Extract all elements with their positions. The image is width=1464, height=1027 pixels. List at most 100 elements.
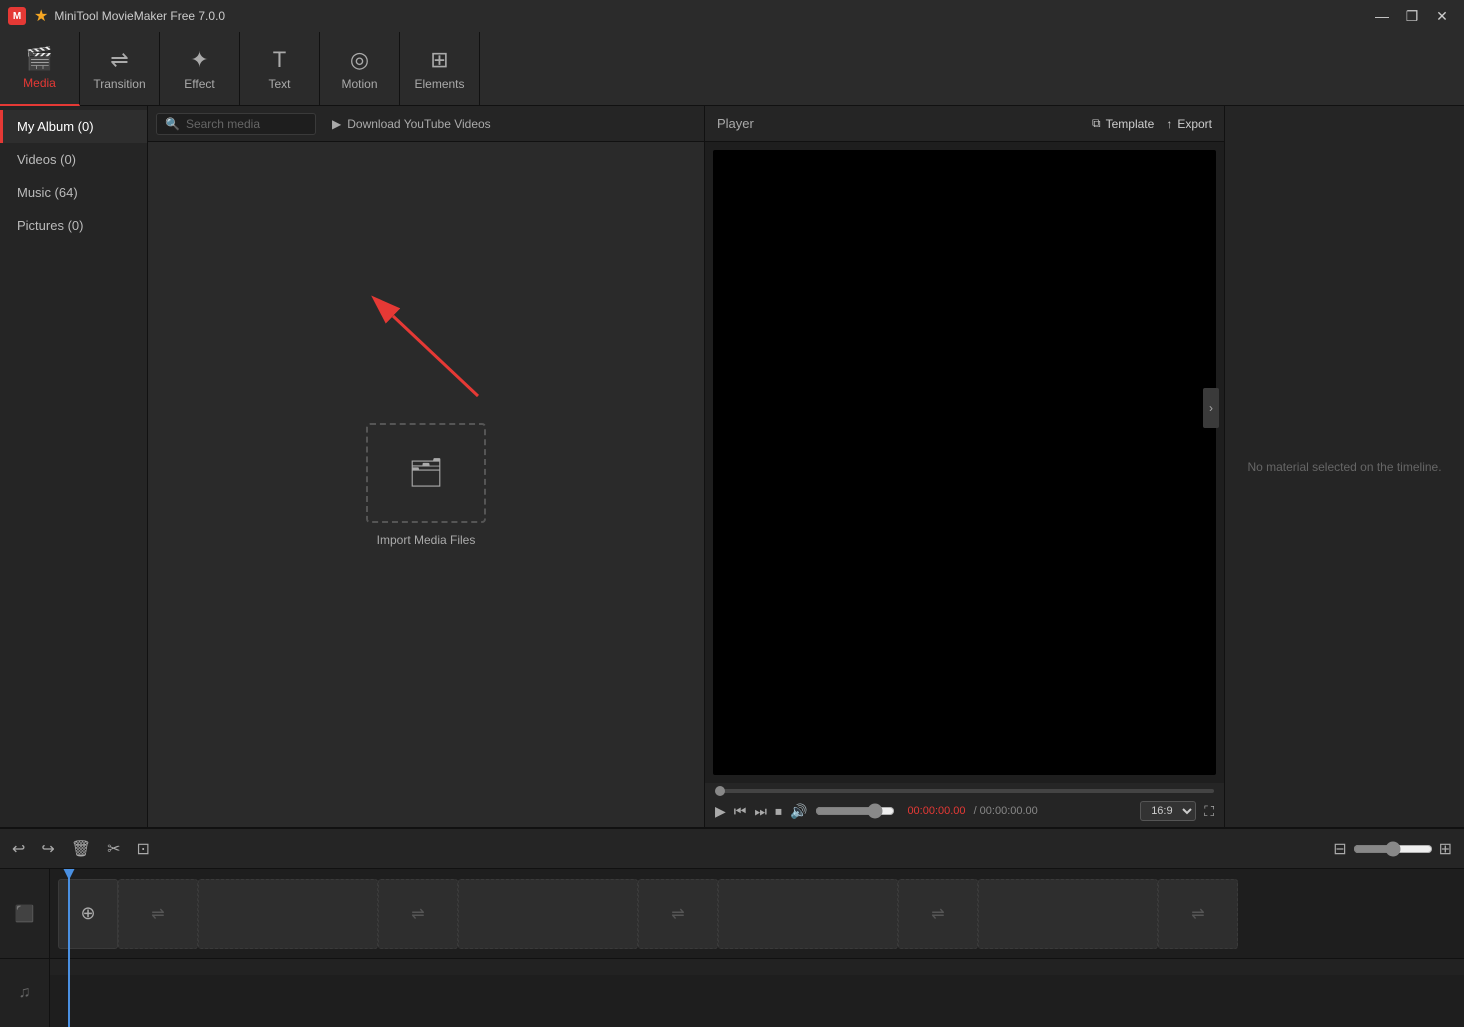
toolbar-effect[interactable]: ✦ Effect — [160, 32, 240, 106]
video-track-icon: ⬛ — [15, 904, 35, 924]
redo-button[interactable]: ↪ — [41, 839, 54, 859]
minimize-button[interactable]: — — [1368, 2, 1396, 30]
timeline-toolbar: ↩ ↪ 🗑 ✂ ⊡ ⊟ ⊞ — [0, 829, 1464, 869]
title-star-icon: ★ — [34, 6, 48, 26]
content-area: My Album (0) Videos (0) Music (64) Pictu… — [0, 106, 1464, 827]
toolbar-motion[interactable]: ◎ Motion — [320, 32, 400, 106]
export-icon: ↑ — [1166, 117, 1172, 131]
timeline-body: ⬛ ♫ ⊕ ⇌ ⇌ — [0, 869, 1464, 1027]
zoom-controls: ⊟ ⊞ — [1333, 839, 1452, 859]
titlebar: M ★ MiniTool MovieMaker Free 7.0.0 — ❐ ✕ — [0, 0, 1464, 32]
search-icon: 🔍 — [165, 117, 180, 131]
zoom-slider[interactable] — [1353, 841, 1433, 857]
fullscreen-button[interactable]: ⛶ — [1204, 803, 1214, 820]
player-header: Player ⧉ Template ↑ Export — [705, 106, 1224, 142]
template-button[interactable]: ⧉ Template — [1092, 116, 1154, 131]
elements-icon: ⊞ — [430, 47, 448, 73]
prev-frame-button[interactable]: ⏮ — [734, 803, 747, 820]
effect-label: Effect — [184, 77, 214, 91]
window-controls: — ❐ ✕ — [1368, 2, 1456, 30]
media-slot-4[interactable] — [978, 879, 1158, 949]
sidebar-item-my-album[interactable]: My Album (0) — [0, 110, 147, 143]
media-panel: 🔍 Search media ▶ Download YouTube Videos… — [148, 106, 704, 827]
transition-icon-3: ⇌ — [671, 904, 684, 924]
media-slot-2[interactable] — [458, 879, 638, 949]
transition-icon-4: ⇌ — [931, 904, 944, 924]
folder-icon: 🗂 — [408, 456, 444, 489]
video-track-label: ⬛ — [0, 869, 49, 959]
close-button[interactable]: ✕ — [1428, 2, 1456, 30]
video-screen — [713, 150, 1216, 775]
crop-button[interactable]: ⊡ — [137, 839, 150, 859]
media-slot-1[interactable] — [198, 879, 378, 949]
effect-icon: ✦ — [190, 47, 208, 73]
progress-bar[interactable] — [715, 789, 1214, 793]
track-labels: ⬛ ♫ — [0, 869, 50, 1027]
transition-slot-5[interactable]: ⇌ — [1158, 879, 1238, 949]
no-material-text: No material selected on the timeline. — [1247, 460, 1441, 474]
media-icon: 🎬 — [26, 46, 53, 72]
media-toolbar: 🔍 Search media ▶ Download YouTube Videos — [148, 106, 704, 142]
transition-label: Transition — [93, 77, 145, 91]
zoom-out-button[interactable]: ⊟ — [1333, 839, 1346, 859]
transition-icon-5: ⇌ — [1191, 904, 1204, 924]
text-icon: T — [273, 47, 286, 73]
progress-dot — [715, 786, 725, 796]
app-icon: M — [8, 7, 26, 25]
zoom-in-button[interactable]: ⊞ — [1439, 839, 1452, 859]
player-controls: ▶ ⏮ ⏭ ⏹ 🔊 00:00:00.00 / 00:00:00.00 16:9… — [705, 783, 1224, 827]
cut-button[interactable]: ✂ — [107, 839, 120, 859]
stop-button[interactable]: ⏹ — [775, 803, 782, 820]
toolbar-text[interactable]: T Text — [240, 32, 320, 106]
text-label: Text — [268, 77, 290, 91]
play-button[interactable]: ▶ — [715, 803, 726, 820]
timeline-content: ⊕ ⇌ ⇌ ⇌ ⇌ ⇌ — [50, 869, 1464, 1027]
player-area: Player ⧉ Template ↑ Export ▶ ⏮ ⏭ — [704, 106, 1224, 827]
media-slot-3[interactable] — [718, 879, 898, 949]
import-media-button[interactable]: 🗂 — [366, 423, 486, 523]
audio-track-area — [50, 959, 1464, 975]
transition-slot-3[interactable]: ⇌ — [638, 879, 718, 949]
volume-icon: 🔊 — [790, 803, 807, 820]
transition-slot-4[interactable]: ⇌ — [898, 879, 978, 949]
audio-track-icon: ♫ — [19, 984, 31, 1002]
search-box: 🔍 Search media — [156, 113, 316, 135]
undo-button[interactable]: ↩ — [12, 839, 25, 859]
transition-slot-1[interactable]: ⇌ — [118, 879, 198, 949]
aspect-ratio-select[interactable]: 16:9 9:16 4:3 1:1 — [1140, 801, 1196, 821]
toolbar-transition[interactable]: ⇌ Transition — [80, 32, 160, 106]
playhead[interactable] — [68, 869, 70, 1027]
timeline: ↩ ↪ 🗑 ✂ ⊡ ⊟ ⊞ ⬛ ♫ ⊕ — [0, 827, 1464, 1027]
media-label: Media — [23, 76, 56, 90]
sidebar: My Album (0) Videos (0) Music (64) Pictu… — [0, 106, 148, 827]
add-icon: ⊕ — [80, 903, 95, 924]
toolbar-elements[interactable]: ⊞ Elements — [400, 32, 480, 106]
media-content: 🗂 Import Media Files — [148, 142, 704, 827]
yt-icon: ▶ — [332, 117, 341, 131]
panel-toggle-button[interactable]: › — [1203, 388, 1219, 428]
volume-slider[interactable] — [815, 803, 895, 819]
arrow-annotation — [338, 286, 498, 409]
sidebar-item-videos[interactable]: Videos (0) — [0, 143, 147, 176]
app-title: MiniTool MovieMaker Free 7.0.0 — [54, 9, 1368, 23]
transition-icon-2: ⇌ — [411, 904, 424, 924]
transition-slot-2[interactable]: ⇌ — [378, 879, 458, 949]
add-video-button[interactable]: ⊕ — [58, 879, 118, 949]
player-actions: ⧉ Template ↑ Export — [1092, 116, 1212, 131]
next-frame-button[interactable]: ⏭ — [754, 803, 767, 820]
total-time: / 00:00:00.00 — [974, 805, 1038, 817]
search-input[interactable]: Search media — [186, 117, 260, 131]
right-panel: No material selected on the timeline. — [1224, 106, 1464, 827]
video-track-area: ⊕ ⇌ ⇌ ⇌ ⇌ ⇌ — [50, 869, 1464, 959]
controls-row: ▶ ⏮ ⏭ ⏹ 🔊 00:00:00.00 / 00:00:00.00 16:9… — [715, 801, 1214, 821]
delete-button[interactable]: 🗑 — [71, 839, 91, 859]
sidebar-item-pictures[interactable]: Pictures (0) — [0, 209, 147, 242]
sidebar-item-music[interactable]: Music (64) — [0, 176, 147, 209]
motion-label: Motion — [341, 77, 377, 91]
export-button[interactable]: ↑ Export — [1166, 117, 1212, 131]
player-label: Player — [717, 116, 754, 131]
import-label: Import Media Files — [377, 533, 476, 547]
yt-download-button[interactable]: ▶ Download YouTube Videos — [324, 114, 499, 134]
toolbar-media[interactable]: 🎬 Media — [0, 32, 80, 106]
maximize-button[interactable]: ❐ — [1398, 2, 1426, 30]
